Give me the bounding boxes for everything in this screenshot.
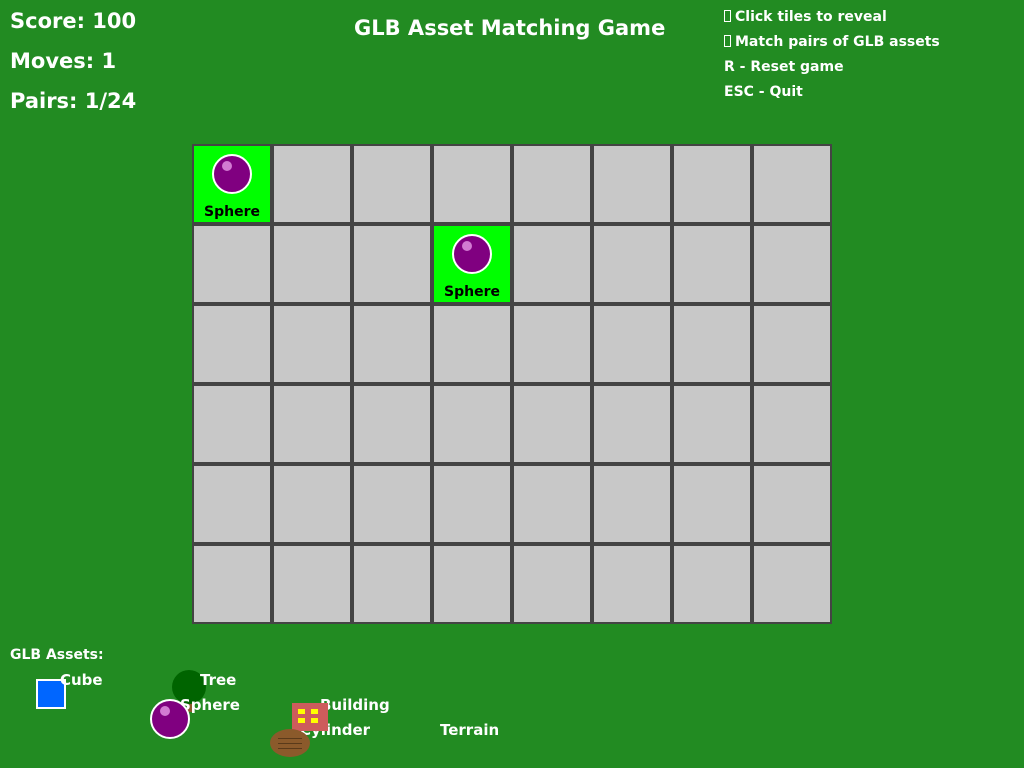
tile-hidden[interactable] <box>514 146 590 222</box>
tile-hidden[interactable] <box>754 546 830 622</box>
tile-label: Sphere <box>444 284 500 300</box>
tile-label: Sphere <box>204 204 260 220</box>
tile-hidden[interactable] <box>674 146 750 222</box>
tile-hidden[interactable] <box>754 466 830 542</box>
pairs-label: Pairs: 1/24 <box>10 89 137 113</box>
tile-revealed[interactable]: Sphere <box>194 146 270 222</box>
tile-hidden[interactable] <box>674 546 750 622</box>
tile-hidden[interactable] <box>194 226 270 302</box>
tile-hidden[interactable] <box>434 306 510 382</box>
cylinder-icon <box>270 729 310 757</box>
tile-hidden[interactable] <box>354 546 430 622</box>
tile-revealed[interactable]: Sphere <box>434 226 510 302</box>
game-title: GLB Asset Matching Game <box>354 16 666 40</box>
tile-hidden[interactable] <box>674 386 750 462</box>
tile-hidden[interactable] <box>434 386 510 462</box>
tile-hidden[interactable] <box>434 546 510 622</box>
tile-hidden[interactable] <box>754 386 830 462</box>
game-board: Sphere Sphere <box>192 144 832 624</box>
building-window <box>298 718 305 723</box>
tile-hidden[interactable] <box>354 386 430 462</box>
tile-hidden[interactable] <box>434 146 510 222</box>
tile-hidden[interactable] <box>594 226 670 302</box>
cylinder-ring <box>278 743 302 744</box>
sphere-icon <box>150 699 190 739</box>
missing-glyph-icon <box>724 35 731 47</box>
tile-hidden[interactable] <box>514 386 590 462</box>
tile-hidden[interactable] <box>354 466 430 542</box>
tile-hidden[interactable] <box>754 226 830 302</box>
tile-hidden[interactable] <box>594 386 670 462</box>
tile-hidden[interactable] <box>194 546 270 622</box>
instruction-match: Match pairs of GLB assets <box>724 32 940 52</box>
tile-hidden[interactable] <box>434 466 510 542</box>
tile-hidden[interactable] <box>354 306 430 382</box>
instruction-reveal: Click tiles to reveal <box>724 7 887 27</box>
legend-label-terrain: Terrain <box>440 721 500 739</box>
tile-hidden[interactable] <box>274 546 350 622</box>
legend-label-building: Building <box>320 696 390 714</box>
tile-hidden[interactable] <box>754 306 830 382</box>
tile-hidden[interactable] <box>274 306 350 382</box>
tile-hidden[interactable] <box>674 466 750 542</box>
score-label: Score: 100 <box>10 9 137 33</box>
building-window <box>311 718 318 723</box>
sphere-icon <box>212 154 252 194</box>
tile-hidden[interactable] <box>274 146 350 222</box>
building-window <box>298 709 305 714</box>
tile-hidden[interactable] <box>194 466 270 542</box>
tile-hidden[interactable] <box>594 466 670 542</box>
legend-label-tree: Tree <box>200 671 237 689</box>
tile-hidden[interactable] <box>514 546 590 622</box>
tile-hidden[interactable] <box>274 226 350 302</box>
cylinder-ring <box>278 748 302 749</box>
tile-hidden[interactable] <box>514 226 590 302</box>
building-icon <box>292 703 328 731</box>
tile-hidden[interactable] <box>594 546 670 622</box>
tile-hidden[interactable] <box>514 466 590 542</box>
tile-hidden[interactable] <box>594 146 670 222</box>
tile-hidden[interactable] <box>354 226 430 302</box>
cylinder-ring <box>278 738 302 739</box>
tile-hidden[interactable] <box>674 306 750 382</box>
tile-hidden[interactable] <box>274 466 350 542</box>
tile-hidden[interactable] <box>274 386 350 462</box>
sphere-icon <box>452 234 492 274</box>
instruction-reset: R - Reset game <box>724 59 844 75</box>
moves-label: Moves: 1 <box>10 49 117 73</box>
tile-hidden[interactable] <box>514 306 590 382</box>
legend-label-cube: Cube <box>60 671 103 689</box>
tile-hidden[interactable] <box>354 146 430 222</box>
legend-label-sphere: Sphere <box>180 696 240 714</box>
missing-glyph-icon <box>724 10 731 22</box>
tile-hidden[interactable] <box>754 146 830 222</box>
instruction-quit: ESC - Quit <box>724 84 803 100</box>
tile-hidden[interactable] <box>674 226 750 302</box>
tile-hidden[interactable] <box>194 306 270 382</box>
building-window <box>311 709 318 714</box>
legend-title: GLB Assets: <box>10 647 104 663</box>
tile-hidden[interactable] <box>594 306 670 382</box>
tile-hidden[interactable] <box>194 386 270 462</box>
